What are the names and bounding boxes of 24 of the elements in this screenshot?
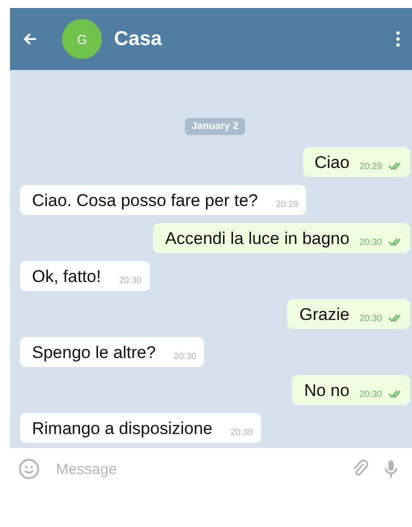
message-time: 20:29 xyxy=(276,199,298,211)
message-time: 20:30 xyxy=(118,275,142,287)
microphone-icon[interactable] xyxy=(384,458,398,480)
message-time: 20:30 xyxy=(359,237,382,249)
message-time: 20:30 xyxy=(230,427,254,439)
back-arrow-icon[interactable] xyxy=(22,31,38,47)
avatar: G xyxy=(62,19,102,59)
message-text: Ciao xyxy=(314,153,350,173)
message-text: Accendi la luce in bagno xyxy=(165,229,350,249)
message-text: No no xyxy=(304,381,350,401)
message-text: Spengo le altre? xyxy=(32,343,156,363)
message-time: 20:30 xyxy=(359,389,382,401)
date-chip: January 2 xyxy=(184,118,246,135)
chat-title: Casa xyxy=(114,28,163,50)
message-time: 20:29 xyxy=(359,161,382,173)
smiley-icon[interactable] xyxy=(18,458,40,480)
message-text: Ok, fatto! xyxy=(32,267,101,287)
message-input[interactable]: Message xyxy=(54,460,336,478)
message-text: Rimango a disposizione xyxy=(32,419,212,439)
more-menu-icon[interactable] xyxy=(396,31,400,47)
message-time: 20:30 xyxy=(174,351,196,363)
message-time: 20:30 xyxy=(359,313,382,325)
message-text: Ciao. Cosa posso fare per te? xyxy=(32,191,258,211)
message-text: Grazie xyxy=(299,305,350,325)
